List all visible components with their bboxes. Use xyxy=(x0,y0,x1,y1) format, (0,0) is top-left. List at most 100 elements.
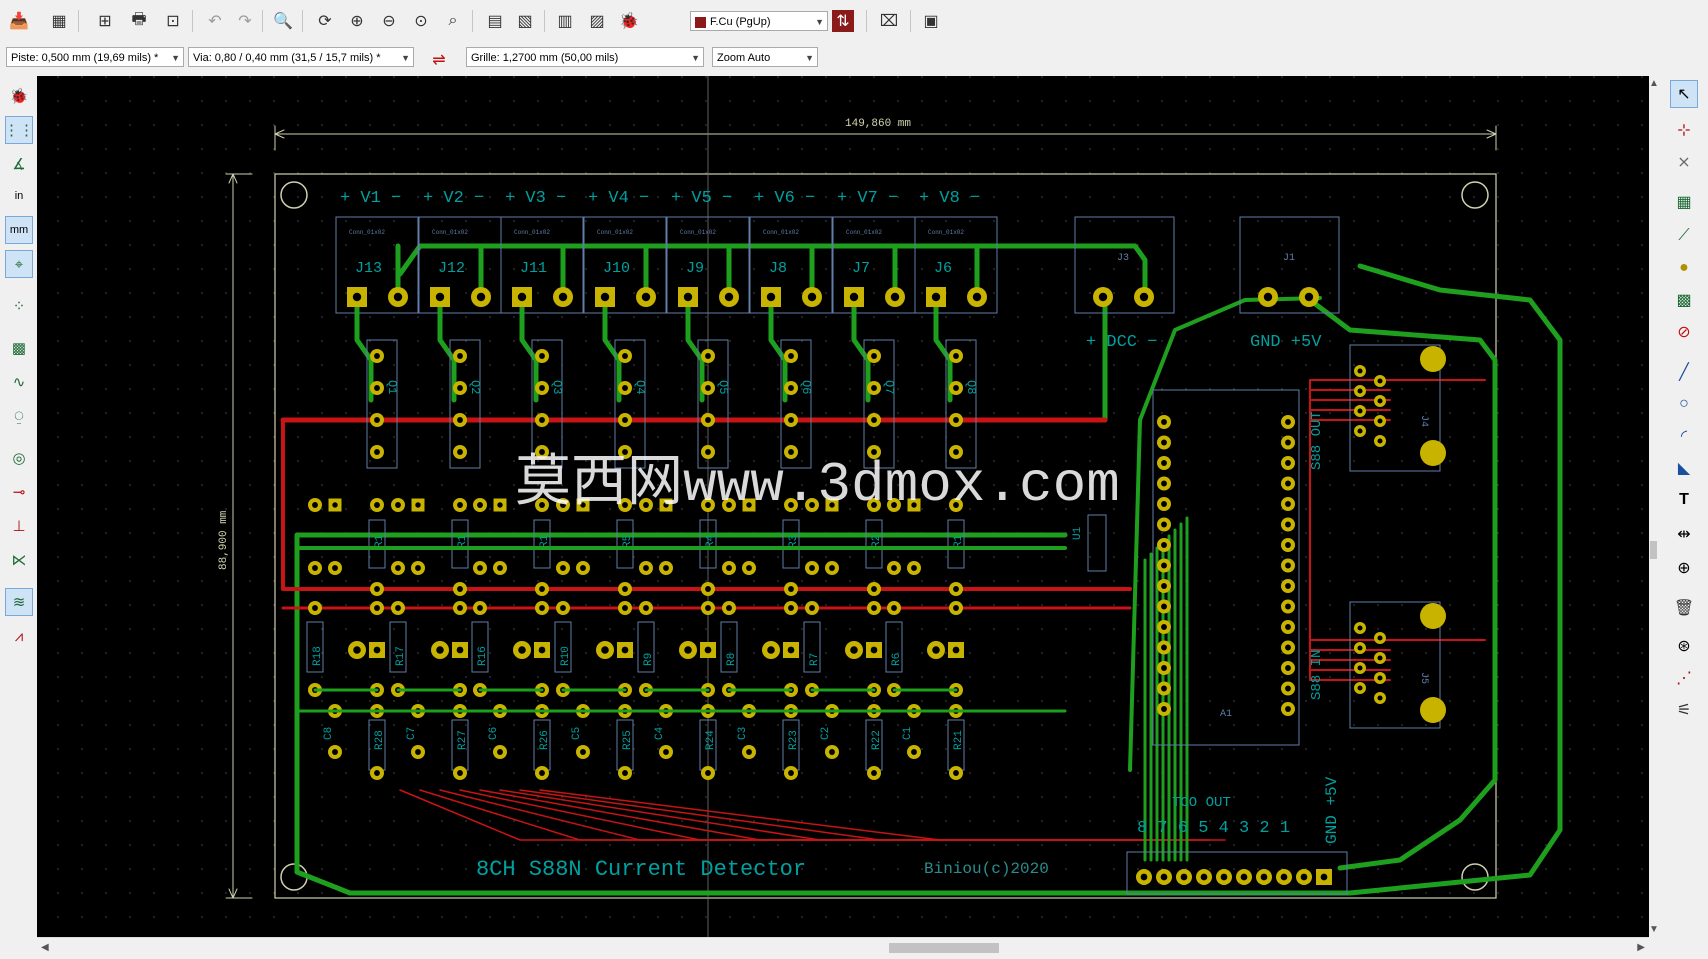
netlist-icon[interactable]: ▥ xyxy=(552,8,578,34)
update-pcb-icon[interactable]: ▨ xyxy=(584,8,610,34)
polar-coords-icon[interactable]: ∡ xyxy=(5,150,33,178)
route-track-icon[interactable]: ⟋ xyxy=(1670,222,1698,250)
board-title: 8CH S88N Current Detector xyxy=(476,857,806,882)
pad-hole xyxy=(1161,460,1167,466)
schematic-icon[interactable]: ⌧ xyxy=(876,8,902,34)
redo-icon[interactable]: ↷ xyxy=(232,8,258,34)
pad-hole xyxy=(1161,562,1167,569)
zoom-fit-icon[interactable]: ⊙ xyxy=(408,8,434,34)
grid-origin-icon[interactable]: ⋰ xyxy=(1670,664,1698,692)
layers-manager-icon[interactable]: ≋ xyxy=(5,588,33,616)
opto-ref: Q8 xyxy=(964,380,978,394)
keepout-zone-icon[interactable]: ⊘ xyxy=(1670,318,1698,346)
rj45-mount-pad xyxy=(1420,346,1446,372)
zoom-select[interactable]: Zoom Auto ▼ xyxy=(712,47,818,67)
scroll-left-icon[interactable]: ◀ xyxy=(41,942,49,953)
pad-hole xyxy=(726,605,732,611)
mm-units-icon[interactable]: mm xyxy=(5,216,33,244)
pcb-drawing: 149,860 mm 88,900 mm Conn_01x02 J13 + V1 − Q1… xyxy=(37,76,1649,937)
add-via-icon[interactable]: ● xyxy=(1670,254,1698,282)
main-toolbar: 📥 ▦ ⊞ 🖶 ⊡ ↶ ↷ 🔍 ⟳ ⊕ ⊖ ⊙ ⌕ ▤ ▧ ▥ ▨ 🐞 F.Cu… xyxy=(0,0,1708,45)
pad-sketch-icon[interactable]: ◎ xyxy=(5,444,33,472)
pad-hole xyxy=(477,605,483,611)
redraw-icon[interactable]: ⟳ xyxy=(312,8,338,34)
delete-icon[interactable]: 🗑 xyxy=(1670,594,1698,622)
drc-icon[interactable]: 🐞 xyxy=(616,8,642,34)
add-footprint-icon[interactable]: ▦ xyxy=(1670,188,1698,216)
cursor-shape-icon[interactable]: ⌖ xyxy=(5,250,33,278)
add-zone-icon[interactable]: ▩ xyxy=(1670,286,1698,314)
scroll-right-icon[interactable]: ▶ xyxy=(1637,942,1645,953)
zone-outline-icon[interactable]: ∿ xyxy=(5,368,33,396)
layer-pair-icon[interactable]: ⇅ xyxy=(832,10,854,32)
via-size-select[interactable]: Via: 0,80 / 0,40 mm (31,5 / 15,7 mils) *… xyxy=(188,47,414,67)
local-ratsnest-icon[interactable]: ⨯ xyxy=(1670,148,1698,176)
measure-tool-icon[interactable]: ⚟ xyxy=(1670,696,1698,724)
footprint-browser-icon[interactable]: ▧ xyxy=(512,8,538,34)
add-text-icon[interactable]: T xyxy=(1670,486,1698,514)
drill-origin-icon[interactable]: ⊛ xyxy=(1670,632,1698,660)
vertical-scrollbar[interactable]: ▲ ▼ xyxy=(1649,76,1659,937)
new-board-icon[interactable]: 📥 xyxy=(6,8,32,34)
scripting-console-icon[interactable]: ▣ xyxy=(918,8,944,34)
plot-icon[interactable]: ⊡ xyxy=(160,8,186,34)
pad-hole xyxy=(1285,665,1291,671)
layer-select[interactable]: F.Cu (PgUp) ▼ xyxy=(690,11,828,31)
pad-hole xyxy=(705,605,711,611)
track-sketch-icon[interactable]: ⊥ xyxy=(5,512,33,540)
auto-track-width-icon[interactable]: ⇌ xyxy=(426,47,452,73)
pcb-canvas[interactable]: 149,860 mm 88,900 mm Conn_01x02 J13 + V1 − Q1… xyxy=(37,76,1649,937)
pad-hole xyxy=(1285,521,1291,528)
pad-hole xyxy=(1161,501,1167,507)
chevron-down-icon: ▼ xyxy=(171,53,180,63)
vertical-scroll-thumb[interactable] xyxy=(1650,541,1657,559)
layer-alignment-icon[interactable]: ⊕ xyxy=(1670,554,1698,582)
zoom-out-icon[interactable]: ⊖ xyxy=(376,8,402,34)
toolbar-separator xyxy=(262,10,263,32)
chevron-down-icon: ▼ xyxy=(691,53,700,63)
page-settings-icon[interactable]: ⊞ xyxy=(92,8,118,34)
add-dimension-icon[interactable]: ⇹ xyxy=(1670,520,1698,548)
pad-hole xyxy=(457,502,463,508)
microwave-icon[interactable]: ⩘ xyxy=(5,622,33,650)
pad-hole xyxy=(580,565,586,571)
board-setup-icon[interactable]: ▦ xyxy=(46,8,72,34)
connector-ref: J7 xyxy=(852,260,870,277)
high-contrast-icon[interactable]: ⋉ xyxy=(5,546,33,574)
zone-fill-icon[interactable]: ▩ xyxy=(5,334,33,362)
highlight-net-icon[interactable]: ⊹ xyxy=(1670,116,1698,144)
drc-markers-icon[interactable]: 🐞 xyxy=(5,82,33,110)
zoom-in-icon[interactable]: ⊕ xyxy=(344,8,370,34)
dcc-label: + DCC − xyxy=(1086,333,1157,352)
capacitor-ref: C4 xyxy=(654,726,666,740)
pad-hole xyxy=(911,565,917,571)
pad-hole xyxy=(1161,685,1167,692)
connector-value: Conn_01x02 xyxy=(763,229,799,236)
draw-line-icon[interactable]: ╱ xyxy=(1670,358,1698,386)
pad-hole xyxy=(622,353,628,359)
draw-circle-icon[interactable]: ○ xyxy=(1670,390,1698,418)
via-sketch-icon[interactable]: ⊸ xyxy=(5,478,33,506)
pad-hole xyxy=(705,770,711,776)
find-icon[interactable]: 🔍 xyxy=(270,8,296,34)
pad-hole xyxy=(580,749,586,755)
pad-hole xyxy=(1285,542,1291,548)
ratsnest-icon[interactable]: ⁘ xyxy=(5,292,33,320)
u1-ref: U1 xyxy=(1072,526,1084,540)
track-width-select[interactable]: Piste: 0,500 mm (19,69 mils) * ▼ xyxy=(6,47,184,67)
undo-icon[interactable]: ↶ xyxy=(202,8,228,34)
horizontal-scrollbar[interactable]: ◀ ▶ xyxy=(37,937,1649,959)
footprint-editor-icon[interactable]: ▤ xyxy=(482,8,508,34)
draw-polygon-icon[interactable]: ◣ xyxy=(1670,454,1698,482)
select-tool-icon[interactable]: ↖ xyxy=(1670,80,1698,108)
grid-toggle-icon[interactable]: ⋮⋮ xyxy=(4,116,34,144)
zoom-selection-icon[interactable]: ⌕ xyxy=(440,8,466,34)
pad-hole xyxy=(1285,501,1291,507)
draw-arc-icon[interactable]: ◜ xyxy=(1670,422,1698,450)
grid-select[interactable]: Grille: 1,2700 mm (50,00 mils) ▼ xyxy=(466,47,704,67)
print-icon[interactable]: 🖶 xyxy=(126,8,152,34)
zone-sketch-icon[interactable]: ⍜ xyxy=(5,402,33,430)
opto-ref: Q5 xyxy=(716,380,730,394)
horizontal-scroll-thumb[interactable] xyxy=(889,943,999,953)
inch-units-icon[interactable]: in xyxy=(5,182,33,210)
